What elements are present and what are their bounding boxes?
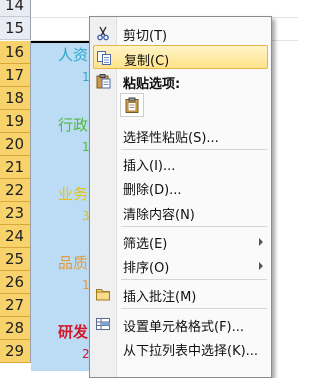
context-menu: 剪切(T) 复制(C) 粘贴选项: 选择性粘贴(S)... 插入(I)... 删…	[89, 16, 272, 378]
row-header-14[interactable]: 14	[0, 0, 31, 17]
cell-hr-label: 人资	[58, 46, 89, 64]
row-header-20[interactable]: 20	[0, 133, 31, 156]
row-header-24[interactable]: 24	[0, 225, 31, 248]
menu-separator	[121, 308, 267, 309]
row-header-22[interactable]: 22	[0, 179, 31, 202]
paste-options-label: 粘贴选项:	[123, 77, 181, 92]
comment-icon	[95, 286, 111, 302]
menu-item-filter[interactable]: 筛选(E)	[90, 229, 271, 253]
row-header-27[interactable]: 27	[0, 294, 31, 317]
menu-item-filter-label: 筛选(E)	[123, 237, 168, 252]
menu-item-pick-from-list[interactable]: 从下拉列表中选择(K)...	[90, 336, 271, 360]
row-header-29[interactable]: 29	[0, 340, 31, 363]
row-header-23[interactable]: 23	[0, 202, 31, 225]
scissors-icon	[95, 25, 111, 41]
menu-item-format-cells[interactable]: 设置单元格格式(F)...	[90, 312, 271, 336]
cell-rd-label: 研发	[58, 323, 89, 341]
menu-item-insert-comment[interactable]: 插入批注(M)	[90, 282, 271, 306]
menu-item-insert-comment-label: 插入批注(M)	[123, 290, 197, 305]
menu-item-copy-label: 复制(C)	[124, 54, 170, 69]
menu-item-cut[interactable]: 剪切(T)	[90, 21, 271, 45]
submenu-arrow-icon	[259, 262, 263, 270]
row-14: 14	[0, 0, 298, 18]
cell-sales-label: 业务	[58, 185, 89, 203]
menu-separator	[121, 149, 267, 150]
cell-qc-label: 品质	[58, 254, 89, 272]
paste-icon	[124, 97, 140, 113]
menu-item-clear-contents[interactable]: 清除内容(N)	[90, 200, 271, 224]
row-header-16[interactable]: 16	[0, 41, 31, 64]
row-header-18[interactable]: 18	[0, 87, 31, 110]
row-header-19[interactable]: 19	[0, 110, 31, 133]
cell-admin-label: 行政	[58, 116, 89, 134]
menu-item-sort-label: 排序(O)	[123, 261, 170, 276]
menu-item-cut-label: 剪切(T)	[123, 29, 168, 44]
paste-option-button[interactable]	[120, 93, 144, 117]
menu-item-clear-contents-label: 清除内容(N)	[123, 208, 195, 223]
clipboard-icon	[95, 73, 111, 89]
menu-item-paste-special[interactable]: 选择性粘贴(S)...	[90, 123, 271, 147]
menu-item-delete[interactable]: 删除(D)...	[90, 175, 271, 199]
submenu-arrow-icon	[259, 238, 263, 246]
menu-separator	[121, 226, 267, 227]
row-header-15[interactable]: 15	[0, 17, 31, 40]
row-header-28[interactable]: 28	[0, 317, 31, 340]
format-cells-icon	[95, 316, 111, 332]
menu-item-delete-label: 删除(D)...	[123, 183, 182, 198]
menu-item-sort[interactable]: 排序(O)	[90, 253, 271, 277]
menu-item-pick-from-list-label: 从下拉列表中选择(K)...	[123, 344, 259, 359]
copy-icon	[96, 50, 112, 66]
row-header-21[interactable]: 21	[0, 156, 31, 179]
menu-item-copy[interactable]: 复制(C)	[93, 45, 268, 69]
menu-item-insert[interactable]: 插入(I)...	[90, 151, 271, 175]
row-header-17[interactable]: 17	[0, 64, 31, 87]
paste-options-header: 粘贴选项:	[90, 69, 271, 93]
menu-item-insert-label: 插入(I)...	[123, 159, 176, 174]
menu-item-format-cells-label: 设置单元格格式(F)...	[123, 320, 245, 335]
row-header-26[interactable]: 26	[0, 271, 31, 294]
menu-separator	[121, 279, 267, 280]
row-header-25[interactable]: 25	[0, 248, 31, 271]
menu-item-paste-special-label: 选择性粘贴(S)...	[123, 131, 219, 146]
